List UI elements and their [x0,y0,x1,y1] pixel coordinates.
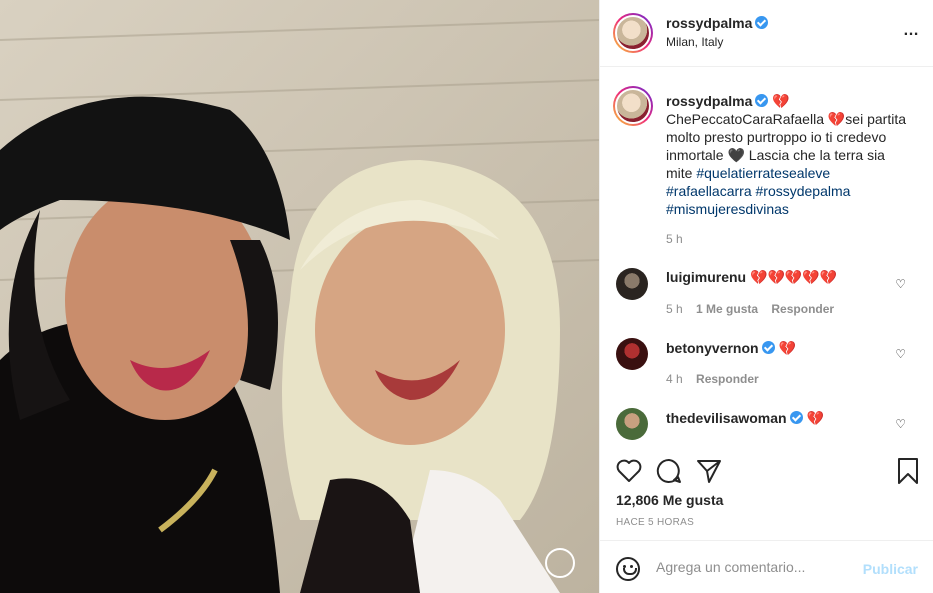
share-paper-plane-icon[interactable] [696,458,722,484]
more-options-icon[interactable]: … [903,22,920,40]
comment-item: thedevilisawoman 💔 [666,410,824,427]
hashtag-link[interactable]: #mismujeresdivinas [666,201,789,217]
commenter-avatar[interactable] [616,338,648,370]
author-avatar[interactable] [613,13,653,53]
comment-username[interactable]: luigimurenu [666,269,746,285]
hashtag-link[interactable]: #quelatierratesealeve [696,165,830,181]
hashtag-link[interactable]: #rossydepalma [756,183,851,199]
caption-avatar[interactable] [613,86,653,126]
post-actions [600,452,933,492]
comment-bubble-icon[interactable] [656,458,682,484]
save-bookmark-icon[interactable] [897,457,919,485]
post-caption: rossydpalma 💔 ChePeccatoCaraRafaella 💔se… [666,92,906,218]
post-timestamp[interactable]: HACE 5 HORAS [616,517,694,528]
reply-button[interactable]: Responder [696,372,759,386]
like-comment-heart-icon[interactable]: ♡ [895,347,906,361]
reply-button[interactable]: Responder [771,302,834,316]
caption-username[interactable]: rossydpalma [666,93,769,109]
verified-icon [761,341,775,354]
add-comment-bar: Publicar [600,540,933,593]
verified-icon [755,16,769,29]
comment-text: 💔 [778,340,796,356]
emoji-icon[interactable] [616,557,640,581]
post-header: rossydpalma Milan, Italy … [600,0,933,67]
commenter-avatar[interactable] [616,268,648,300]
comment-item: betonyvernon 💔 [666,340,796,357]
post-photo[interactable] [0,0,599,593]
comment-text: 💔💔💔💔💔 [750,269,838,285]
likes-count[interactable]: 12,806 Me gusta [616,492,723,508]
author-username[interactable]: rossydpalma [666,15,769,31]
comment-text: 💔 [806,410,824,426]
broken-heart-emoji: 💔 [772,93,790,109]
like-comment-heart-icon[interactable]: ♡ [895,417,906,431]
like-heart-icon[interactable] [616,459,642,483]
comment-time[interactable]: 5 h [666,302,683,316]
comment-likes[interactable]: 1 Me gusta [696,302,758,316]
comment-username[interactable]: betonyvernon [666,340,775,356]
verified-icon [755,94,769,107]
hashtag-link[interactable]: #rafaellacarra [666,183,752,199]
caption-time[interactable]: 5 h [666,232,683,246]
comment-item: luigimurenu 💔💔💔💔💔 [666,269,837,286]
post-panel: rossydpalma Milan, Italy … rossydpalma 💔… [599,0,933,593]
like-comment-heart-icon[interactable]: ♡ [895,277,906,291]
tag-indicator-icon[interactable] [545,548,575,578]
comment-input[interactable] [656,559,856,575]
comment-meta: 5 h 1 Me gusta Responder [666,302,834,316]
photo-image [0,0,599,593]
publish-button[interactable]: Publicar [863,561,918,577]
comment-username[interactable]: thedevilisawoman [666,410,803,426]
post-location[interactable]: Milan, Italy [666,35,723,49]
commenter-avatar[interactable] [616,408,648,440]
verified-icon [789,411,803,424]
comments-section: rossydpalma 💔 ChePeccatoCaraRafaella 💔se… [600,68,933,440]
comment-meta: 4 h Responder [666,372,759,386]
comment-time[interactable]: 4 h [666,372,683,386]
